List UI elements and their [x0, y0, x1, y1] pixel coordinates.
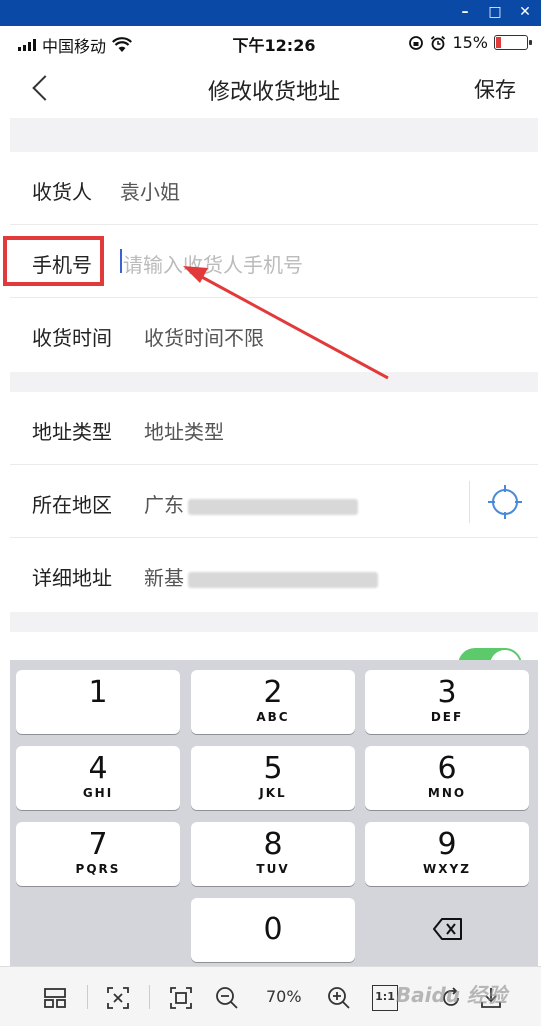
zoom-in-icon[interactable] [326, 985, 352, 1011]
thumbnail-icon[interactable] [42, 985, 68, 1011]
watermark-logo: Baidu 经验 [395, 983, 507, 1007]
fit-screen-icon[interactable] [105, 985, 131, 1011]
toolbar-separator [87, 985, 88, 1009]
zoom-level: 70% [266, 987, 302, 1006]
toolbar-separator [149, 985, 150, 1009]
crop-icon[interactable] [168, 985, 194, 1011]
actual-size-button[interactable]: 1:1 [372, 985, 398, 1011]
annotation-arrow [183, 266, 389, 380]
viewer-toolbar: 70% 1:1 Baidu 经验 [0, 966, 541, 1026]
zoom-out-icon[interactable] [214, 985, 240, 1011]
